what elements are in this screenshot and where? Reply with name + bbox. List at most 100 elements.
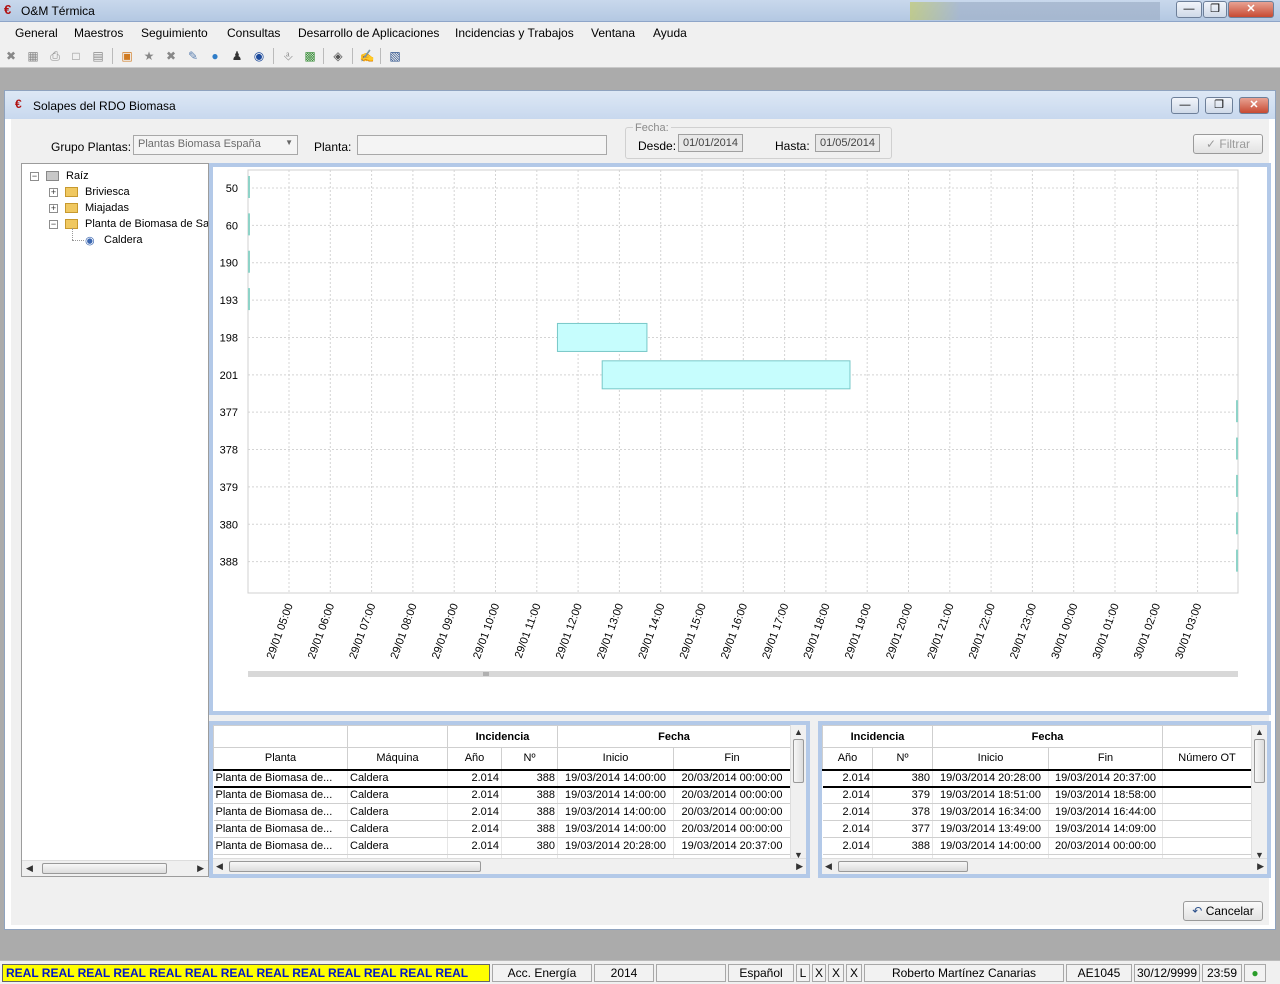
y-tick-label: 377	[220, 407, 238, 419]
table-row[interactable]: 2.01438819/03/2014 14:00:0020/03/2014 00…	[822, 837, 1253, 855]
menu-ventana[interactable]: Ventana	[591, 26, 635, 40]
col-header-num[interactable]: Nº	[500, 747, 559, 770]
child-close-button[interactable]: ✕	[1239, 97, 1269, 114]
status-x2: X	[828, 964, 844, 982]
filtrar-button[interactable]: ✓ Filtrar	[1193, 134, 1263, 154]
menu-general[interactable]: General	[15, 26, 58, 40]
table-row[interactable]: 2.014 380 19/03/2014 20:28:00 19/03/2014 20…	[822, 769, 1253, 787]
col-header-inicio[interactable]: Inicio	[557, 747, 675, 770]
close-button[interactable]: ✕	[1228, 1, 1274, 18]
print-preview-icon[interactable]: ▤	[90, 48, 106, 64]
col-header-inicio[interactable]: Inicio	[932, 747, 1050, 770]
pdf-icon[interactable]: □	[68, 48, 84, 64]
clip-icon[interactable]: ⎀	[280, 48, 296, 64]
tree-item-miajadas[interactable]: Miajadas	[85, 202, 129, 214]
desde-date-input[interactable]: 01/01/2014	[678, 134, 743, 152]
scroll-right-icon[interactable]: ▶	[796, 861, 803, 872]
scroll-left-icon[interactable]: ◀	[26, 863, 33, 874]
scroll-thumb[interactable]	[793, 739, 804, 783]
table-row[interactable]: Planta de Biomasa de... Caldera 2.014 388 19…	[213, 803, 792, 821]
edit-icon[interactable]: ✍	[359, 48, 375, 64]
planta-input[interactable]	[357, 135, 607, 155]
table-cell: 378	[872, 803, 934, 821]
table-row[interactable]: 2.014 377 19/03/2014 13:49:00 19/03/2014 14…	[822, 820, 1253, 838]
table-cell: 2.014	[447, 837, 502, 855]
child-restore-button[interactable]: ❐	[1205, 97, 1233, 114]
col-header-ano[interactable]: Año	[822, 747, 873, 770]
eye-icon: ◉	[85, 235, 95, 247]
menu-desarrollo[interactable]: Desarrollo de Aplicaciones	[298, 26, 439, 40]
table-row[interactable]: Planta de Biomasa de... Caldera 2.014 388 19…	[213, 820, 792, 838]
menu-seguimiento[interactable]: Seguimiento	[141, 26, 208, 40]
scroll-right-icon[interactable]: ▶	[197, 863, 204, 874]
x-tick-label: 29/01 15:00	[678, 602, 709, 661]
col-header-planta[interactable]: Planta	[213, 747, 348, 770]
tools-icon[interactable]: ✖	[163, 48, 179, 64]
minimize-button[interactable]: —	[1176, 1, 1202, 18]
box-icon[interactable]: ▣	[119, 48, 135, 64]
print-icon[interactable]: ⎙	[47, 48, 63, 64]
cancel-label: Cancelar	[1205, 904, 1254, 918]
scroll-up-icon[interactable]: ▲	[794, 727, 803, 737]
tree-horizontal-scrollbar[interactable]: ◀ ▶	[22, 860, 208, 876]
scroll-thumb[interactable]	[42, 863, 167, 874]
collapse-icon[interactable]: −	[49, 220, 58, 229]
table-row[interactable]: Planta de Biomasa de... Caldera 2.014 388 19…	[213, 786, 792, 804]
table-row[interactable]: 2.014 379 19/03/2014 18:51:00 19/03/2014 18…	[822, 786, 1253, 804]
expand-icon[interactable]: +	[49, 188, 58, 197]
menu-incidencias[interactable]: Incidencias y Trabajos	[455, 26, 574, 40]
left-grid-horizontal-scrollbar[interactable]: ◀ ▶	[213, 858, 806, 874]
overlap-chart-panel: 29/01 05:00 29/01 06:00 29/01 07:00 29/01 0…	[209, 163, 1271, 715]
toolbar-separator	[112, 48, 113, 64]
excel-icon[interactable]: ▦	[25, 48, 41, 64]
col-header-maquina[interactable]: Máquina	[347, 747, 448, 770]
grupo-plantas-select[interactable]: Plantas Biomasa España ▼	[133, 135, 298, 155]
scroll-left-icon[interactable]: ◀	[216, 861, 223, 872]
table-row[interactable]: 2.014 378 19/03/2014 16:34:00 19/03/2014 16…	[822, 803, 1253, 821]
collapse-icon[interactable]: −	[30, 172, 39, 181]
child-minimize-button[interactable]: —	[1171, 97, 1199, 114]
right-grid-horizontal-scrollbar[interactable]: ◀ ▶	[822, 858, 1267, 874]
scroll-left-icon[interactable]: ◀	[825, 861, 832, 872]
menu-consultas[interactable]: Consultas	[227, 26, 280, 40]
col-header-numero-ot[interactable]: Número OT	[1162, 747, 1253, 770]
tree-item-planta-sar[interactable]: Planta de Biomasa de Sar	[85, 218, 208, 230]
book-icon[interactable]: ▧	[387, 48, 403, 64]
scroll-up-icon[interactable]: ▲	[1255, 727, 1264, 737]
status-user: Roberto Martínez Canarias	[864, 964, 1064, 982]
table-cell: Planta de Biomasa de...	[213, 820, 348, 838]
menu-ayuda[interactable]: Ayuda	[653, 26, 687, 40]
hasta-date-input[interactable]: 01/05/2014	[815, 134, 880, 152]
scroll-thumb[interactable]	[1254, 739, 1265, 783]
left-grid-vertical-scrollbar[interactable]: ▲ ▼	[790, 725, 806, 862]
close-icon[interactable]: ✖	[3, 48, 19, 64]
scroll-thumb[interactable]	[229, 861, 481, 872]
notes-icon[interactable]: ✎	[185, 48, 201, 64]
help-icon[interactable]: ●	[207, 48, 223, 64]
tree-item-briviesca[interactable]: Briviesca	[85, 186, 130, 198]
table-row[interactable]: Planta de Biomasa de... Caldera 2.014 380 19…	[213, 837, 792, 855]
table-cell: 2.014	[447, 820, 502, 838]
right-grid-vertical-scrollbar[interactable]: ▲ ▼	[1251, 725, 1267, 862]
star-icon[interactable]: ★	[141, 48, 157, 64]
gantt-chart: 29/01 05:00 29/01 06:00 29/01 07:00 29/01 0…	[220, 169, 1239, 677]
scroll-right-icon[interactable]: ▶	[1257, 861, 1264, 872]
x-tick-label: 29/01 10:00	[471, 602, 502, 661]
expand-icon[interactable]: +	[49, 204, 58, 213]
cancel-button[interactable]: ↶ Cancelar	[1183, 901, 1263, 921]
chart-icon[interactable]: ▩	[302, 48, 318, 64]
eraser-icon[interactable]: ◈	[330, 48, 346, 64]
globe-icon[interactable]: ◉	[251, 48, 267, 64]
menu-maestros[interactable]: Maestros	[74, 26, 123, 40]
tree-item-caldera[interactable]: Caldera	[104, 234, 143, 246]
col-header-fin[interactable]: Fin	[1048, 747, 1164, 770]
restore-button[interactable]: ❐	[1203, 1, 1227, 18]
person-icon[interactable]: ♟	[229, 48, 245, 64]
col-header-fin[interactable]: Fin	[673, 747, 792, 770]
tree-item-root[interactable]: Raíz	[66, 170, 89, 182]
table-row[interactable]: Planta de Biomasa de... Caldera 2.014 388 19…	[213, 769, 792, 787]
scroll-thumb[interactable]	[838, 861, 968, 872]
col-header-num[interactable]: Nº	[871, 747, 934, 770]
status-l: L	[796, 964, 810, 982]
col-header-ano[interactable]: Año	[447, 747, 502, 770]
